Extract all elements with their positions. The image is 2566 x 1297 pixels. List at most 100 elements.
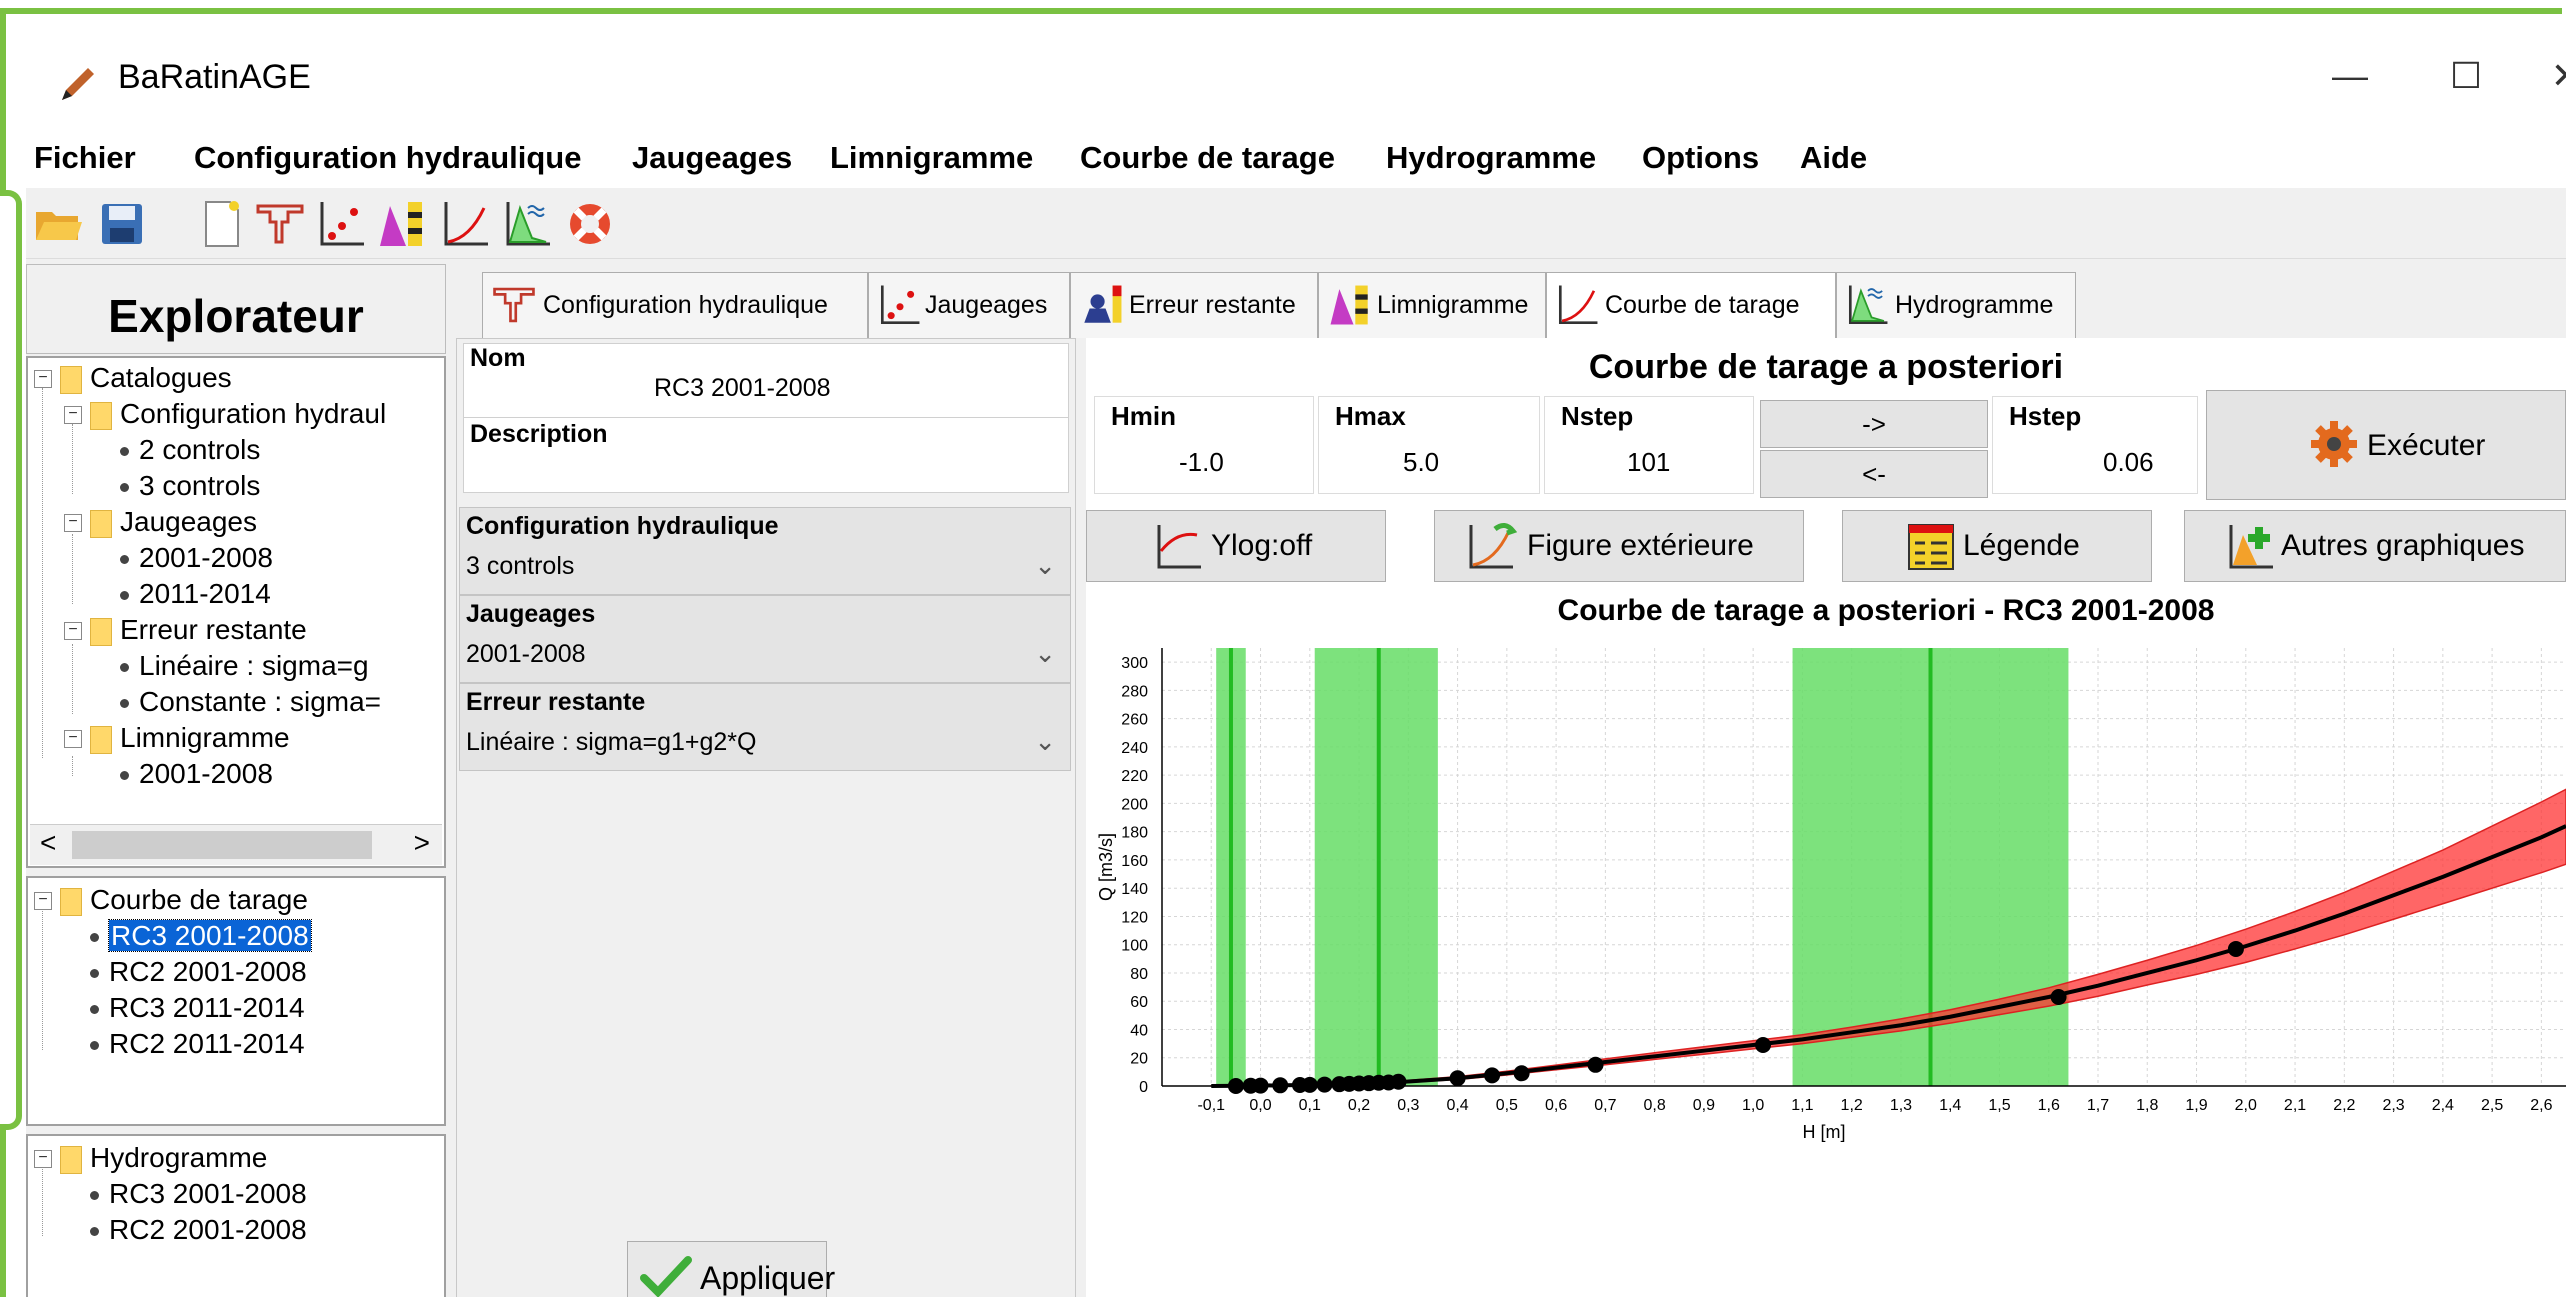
limnigraph-icon xyxy=(1330,285,1368,325)
window-title: BaRatinAGE xyxy=(118,58,311,96)
app-pencil-icon xyxy=(62,68,94,100)
new-document-icon[interactable] xyxy=(196,198,248,250)
x-tick-label: 0,3 xyxy=(1397,1097,1419,1114)
hydrograph-tree-panel: − Hydrogramme RC3 2001-2008 RC2 2001-200… xyxy=(26,1134,446,1297)
x-tick-label: 1,8 xyxy=(2136,1097,2158,1114)
x-tick-label: 0,8 xyxy=(1644,1097,1666,1114)
rating-curve-icon xyxy=(1558,285,1598,325)
rating-curve-chart: 0 20 40 60 80 100 120 140 160 180 200 220 240 260 280 3… xyxy=(1096,648,2566,1142)
close-button[interactable]: ✕ xyxy=(2526,44,2566,108)
chevron-down-icon: ⌄ xyxy=(1034,638,1056,668)
x-tick-label: 1,9 xyxy=(2185,1097,2207,1114)
scroll-left-arrow-icon[interactable]: < xyxy=(40,827,56,859)
help-lifebuoy-icon[interactable] xyxy=(564,198,616,250)
x-tick-label: 0,1 xyxy=(1299,1097,1321,1114)
gauging-point xyxy=(2227,940,2244,957)
nom-field[interactable]: Nom RC3 2001-2008 xyxy=(463,343,1069,419)
chevron-down-icon: ⌄ xyxy=(1034,550,1056,580)
gauging-point xyxy=(1484,1067,1501,1084)
x-tick-label: 2,2 xyxy=(2333,1097,2355,1114)
x-tick-label: 1,4 xyxy=(1939,1097,1961,1114)
y-tick-label: 100 xyxy=(1121,938,1148,955)
menu-jaugeages[interactable]: Jaugeages xyxy=(632,140,792,176)
gauging-point xyxy=(1449,1070,1466,1087)
gauging-point xyxy=(1390,1073,1407,1090)
maximize-button[interactable]: ☐ xyxy=(2426,44,2506,108)
catalog-tree-panel: − Catalogues − Configuration hydraul 2 c… xyxy=(26,356,446,868)
tab-jaugeages[interactable]: Jaugeages xyxy=(868,272,1070,338)
toolbar xyxy=(26,188,2566,259)
x-tick-label: 2,5 xyxy=(2481,1097,2503,1114)
gaugings-icon xyxy=(880,285,920,325)
gaugings-icon[interactable] xyxy=(316,198,368,250)
tab-configuration-hydraulique[interactable]: Configuration hydraulique xyxy=(482,272,868,338)
y-tick-label: 120 xyxy=(1121,909,1148,926)
gauging-point xyxy=(2050,988,2067,1005)
erreur-restante-select[interactable]: Erreur restante Linéaire : sigma=g1+g2*Q… xyxy=(459,683,1071,771)
scroll-right-arrow-icon[interactable]: > xyxy=(414,827,430,859)
x-tick-label: 1,2 xyxy=(1841,1097,1863,1114)
hydraulic-config-icon[interactable] xyxy=(254,198,306,250)
explorer-title: Explorateur xyxy=(108,290,364,342)
config-hydraulique-select[interactable]: Configuration hydraulique 3 controls ⌄ xyxy=(459,507,1071,595)
tab-limnigramme[interactable]: Limnigramme xyxy=(1318,272,1546,338)
x-tick-label: 2,0 xyxy=(2235,1097,2257,1114)
y-tick-label: 180 xyxy=(1121,825,1148,842)
menu-bar: Fichier Configuration hydraulique Jaugea… xyxy=(26,132,2566,188)
minimize-button[interactable]: — xyxy=(2310,44,2390,108)
y-tick-label: 40 xyxy=(1130,1022,1148,1039)
apply-button[interactable]: Appliquer xyxy=(627,1241,835,1297)
x-tick-label: 0,0 xyxy=(1249,1097,1271,1114)
open-folder-icon[interactable] xyxy=(32,198,84,250)
x-tick-label: 2,1 xyxy=(2284,1097,2306,1114)
hydrograph-icon[interactable] xyxy=(502,198,554,250)
save-icon[interactable] xyxy=(96,198,148,250)
tab-erreur-restante[interactable]: Erreur restante xyxy=(1070,272,1318,338)
y-tick-label: 80 xyxy=(1130,966,1148,983)
y-tick-label: 160 xyxy=(1121,853,1148,870)
y-tick-label: 220 xyxy=(1121,768,1148,785)
rating-curve-form: Nom RC3 2001-2008 Description Configurat… xyxy=(456,338,1076,1297)
x-tick-label: 0,7 xyxy=(1594,1097,1616,1114)
y-tick-label: 140 xyxy=(1121,881,1148,898)
gauging-point xyxy=(1587,1056,1604,1073)
tab-bar: Configuration hydraulique Jaugeages Erre… xyxy=(446,272,2566,342)
remnant-error-icon[interactable] xyxy=(376,198,428,250)
menu-options[interactable]: Options xyxy=(1642,140,1759,176)
rating-curve-tree-panel: − Courbe de tarage RC3 2001-2008 RC2 200… xyxy=(26,876,446,1126)
tab-courbe-de-tarage[interactable]: Courbe de tarage xyxy=(1546,272,1836,342)
y-axis-label: Q [m3/s] xyxy=(1096,833,1116,901)
app-window: BaRatinAGE — ☐ ✕ Fichier Configuration h… xyxy=(26,14,2566,1297)
hydrograph-icon xyxy=(1848,285,1888,325)
nom-value: RC3 2001-2008 xyxy=(654,374,831,402)
jaugeages-select[interactable]: Jaugeages 2001-2008 ⌄ xyxy=(459,595,1071,683)
tab-hydrogramme[interactable]: Hydrogramme xyxy=(1836,272,2076,338)
posterior-rating-panel: Courbe de tarage a posteriori Hmin -1.0 … xyxy=(1086,338,2566,1297)
x-tick-label: 1,7 xyxy=(2087,1097,2109,1114)
y-tick-label: 240 xyxy=(1121,740,1148,757)
x-axis-label: H [m] xyxy=(1803,1122,1846,1142)
title-bar: BaRatinAGE — ☐ ✕ xyxy=(26,14,2566,140)
menu-courbe-de-tarage[interactable]: Courbe de tarage xyxy=(1080,140,1335,176)
y-tick-label: 200 xyxy=(1121,796,1148,813)
x-tick-label: 2,4 xyxy=(2432,1097,2454,1114)
catalog-horizontal-scrollbar[interactable]: < > xyxy=(30,824,442,865)
x-tick-label: 1,5 xyxy=(1988,1097,2010,1114)
rating-curve-icon[interactable] xyxy=(440,198,492,250)
menu-limnigramme[interactable]: Limnigramme xyxy=(830,140,1033,176)
description-field[interactable]: Description xyxy=(463,417,1069,493)
menu-aide[interactable]: Aide xyxy=(1800,140,1867,176)
description-label: Description xyxy=(470,420,608,448)
y-tick-label: 280 xyxy=(1121,683,1148,700)
x-tick-label: 2,6 xyxy=(2530,1097,2552,1114)
checkmark-icon xyxy=(640,1256,692,1297)
scrollbar-thumb[interactable] xyxy=(72,831,372,859)
hydraulic-config-icon xyxy=(493,287,535,323)
gauging-point xyxy=(1755,1037,1772,1054)
menu-fichier[interactable]: Fichier xyxy=(34,140,136,176)
x-tick-label: 1,6 xyxy=(2038,1097,2060,1114)
x-tick-label: 0,2 xyxy=(1348,1097,1370,1114)
menu-hydrogramme[interactable]: Hydrogramme xyxy=(1386,140,1596,176)
y-tick-label: 60 xyxy=(1130,994,1148,1011)
menu-configuration-hydraulique[interactable]: Configuration hydraulique xyxy=(194,140,582,176)
